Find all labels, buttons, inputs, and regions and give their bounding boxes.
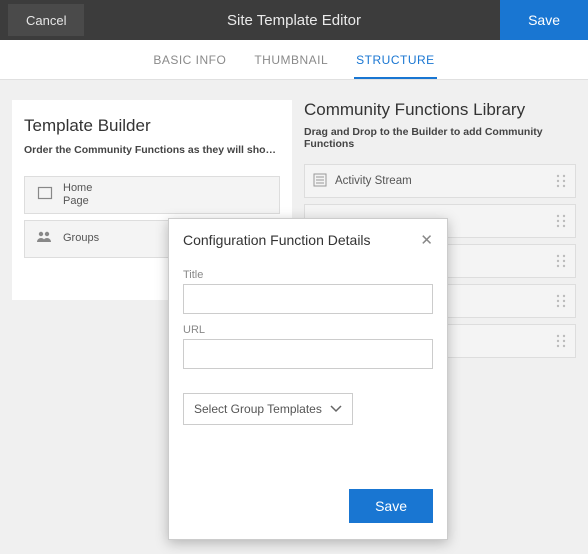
library-item-label: Activity Stream — [335, 175, 412, 187]
tab-thumbnail[interactable]: THUMBNAIL — [252, 41, 330, 79]
save-button[interactable]: Save — [500, 0, 588, 40]
groups-icon — [33, 230, 57, 249]
template-builder-title: Template Builder — [24, 116, 280, 136]
chevron-down-icon — [330, 402, 342, 416]
list-icon — [313, 173, 327, 190]
group-templates-select[interactable]: Select Group Templates — [183, 393, 353, 425]
template-builder-subtitle: Order the Community Functions as they wi… — [24, 144, 280, 156]
page-icon — [33, 185, 57, 206]
page-title: Site Template Editor — [227, 12, 361, 29]
builder-item-label: Groups — [63, 232, 99, 245]
tab-basic-info[interactable]: BASIC INFO — [151, 41, 228, 79]
url-input[interactable] — [183, 339, 433, 369]
library-item[interactable]: Activity Stream — [304, 164, 576, 198]
drag-handle-icon[interactable] — [555, 254, 567, 268]
title-input[interactable] — [183, 284, 433, 314]
builder-item-label: Home Page — [63, 182, 92, 208]
select-placeholder: Select Group Templates — [194, 402, 322, 416]
functions-library-subtitle: Drag and Drop to the Builder to add Comm… — [304, 126, 576, 150]
drag-handle-icon[interactable] — [555, 294, 567, 308]
tab-bar: BASIC INFO THUMBNAIL STRUCTURE — [0, 40, 588, 80]
cancel-button[interactable]: Cancel — [8, 4, 84, 36]
top-bar: Cancel Site Template Editor Save — [0, 0, 588, 40]
modal-title: Configuration Function Details — [183, 232, 371, 248]
builder-item-home[interactable]: Home Page — [24, 176, 280, 214]
modal-save-button[interactable]: Save — [349, 489, 433, 523]
title-field-label: Title — [183, 269, 433, 281]
drag-handle-icon[interactable] — [555, 214, 567, 228]
close-icon[interactable]: ✕ — [420, 231, 433, 249]
drag-handle-icon[interactable] — [555, 174, 567, 188]
config-function-modal: Configuration Function Details ✕ Title U… — [168, 218, 448, 540]
drag-handle-icon[interactable] — [555, 334, 567, 348]
tab-structure[interactable]: STRUCTURE — [354, 41, 437, 79]
functions-library-title: Community Functions Library — [304, 100, 576, 120]
url-field-label: URL — [183, 324, 433, 336]
